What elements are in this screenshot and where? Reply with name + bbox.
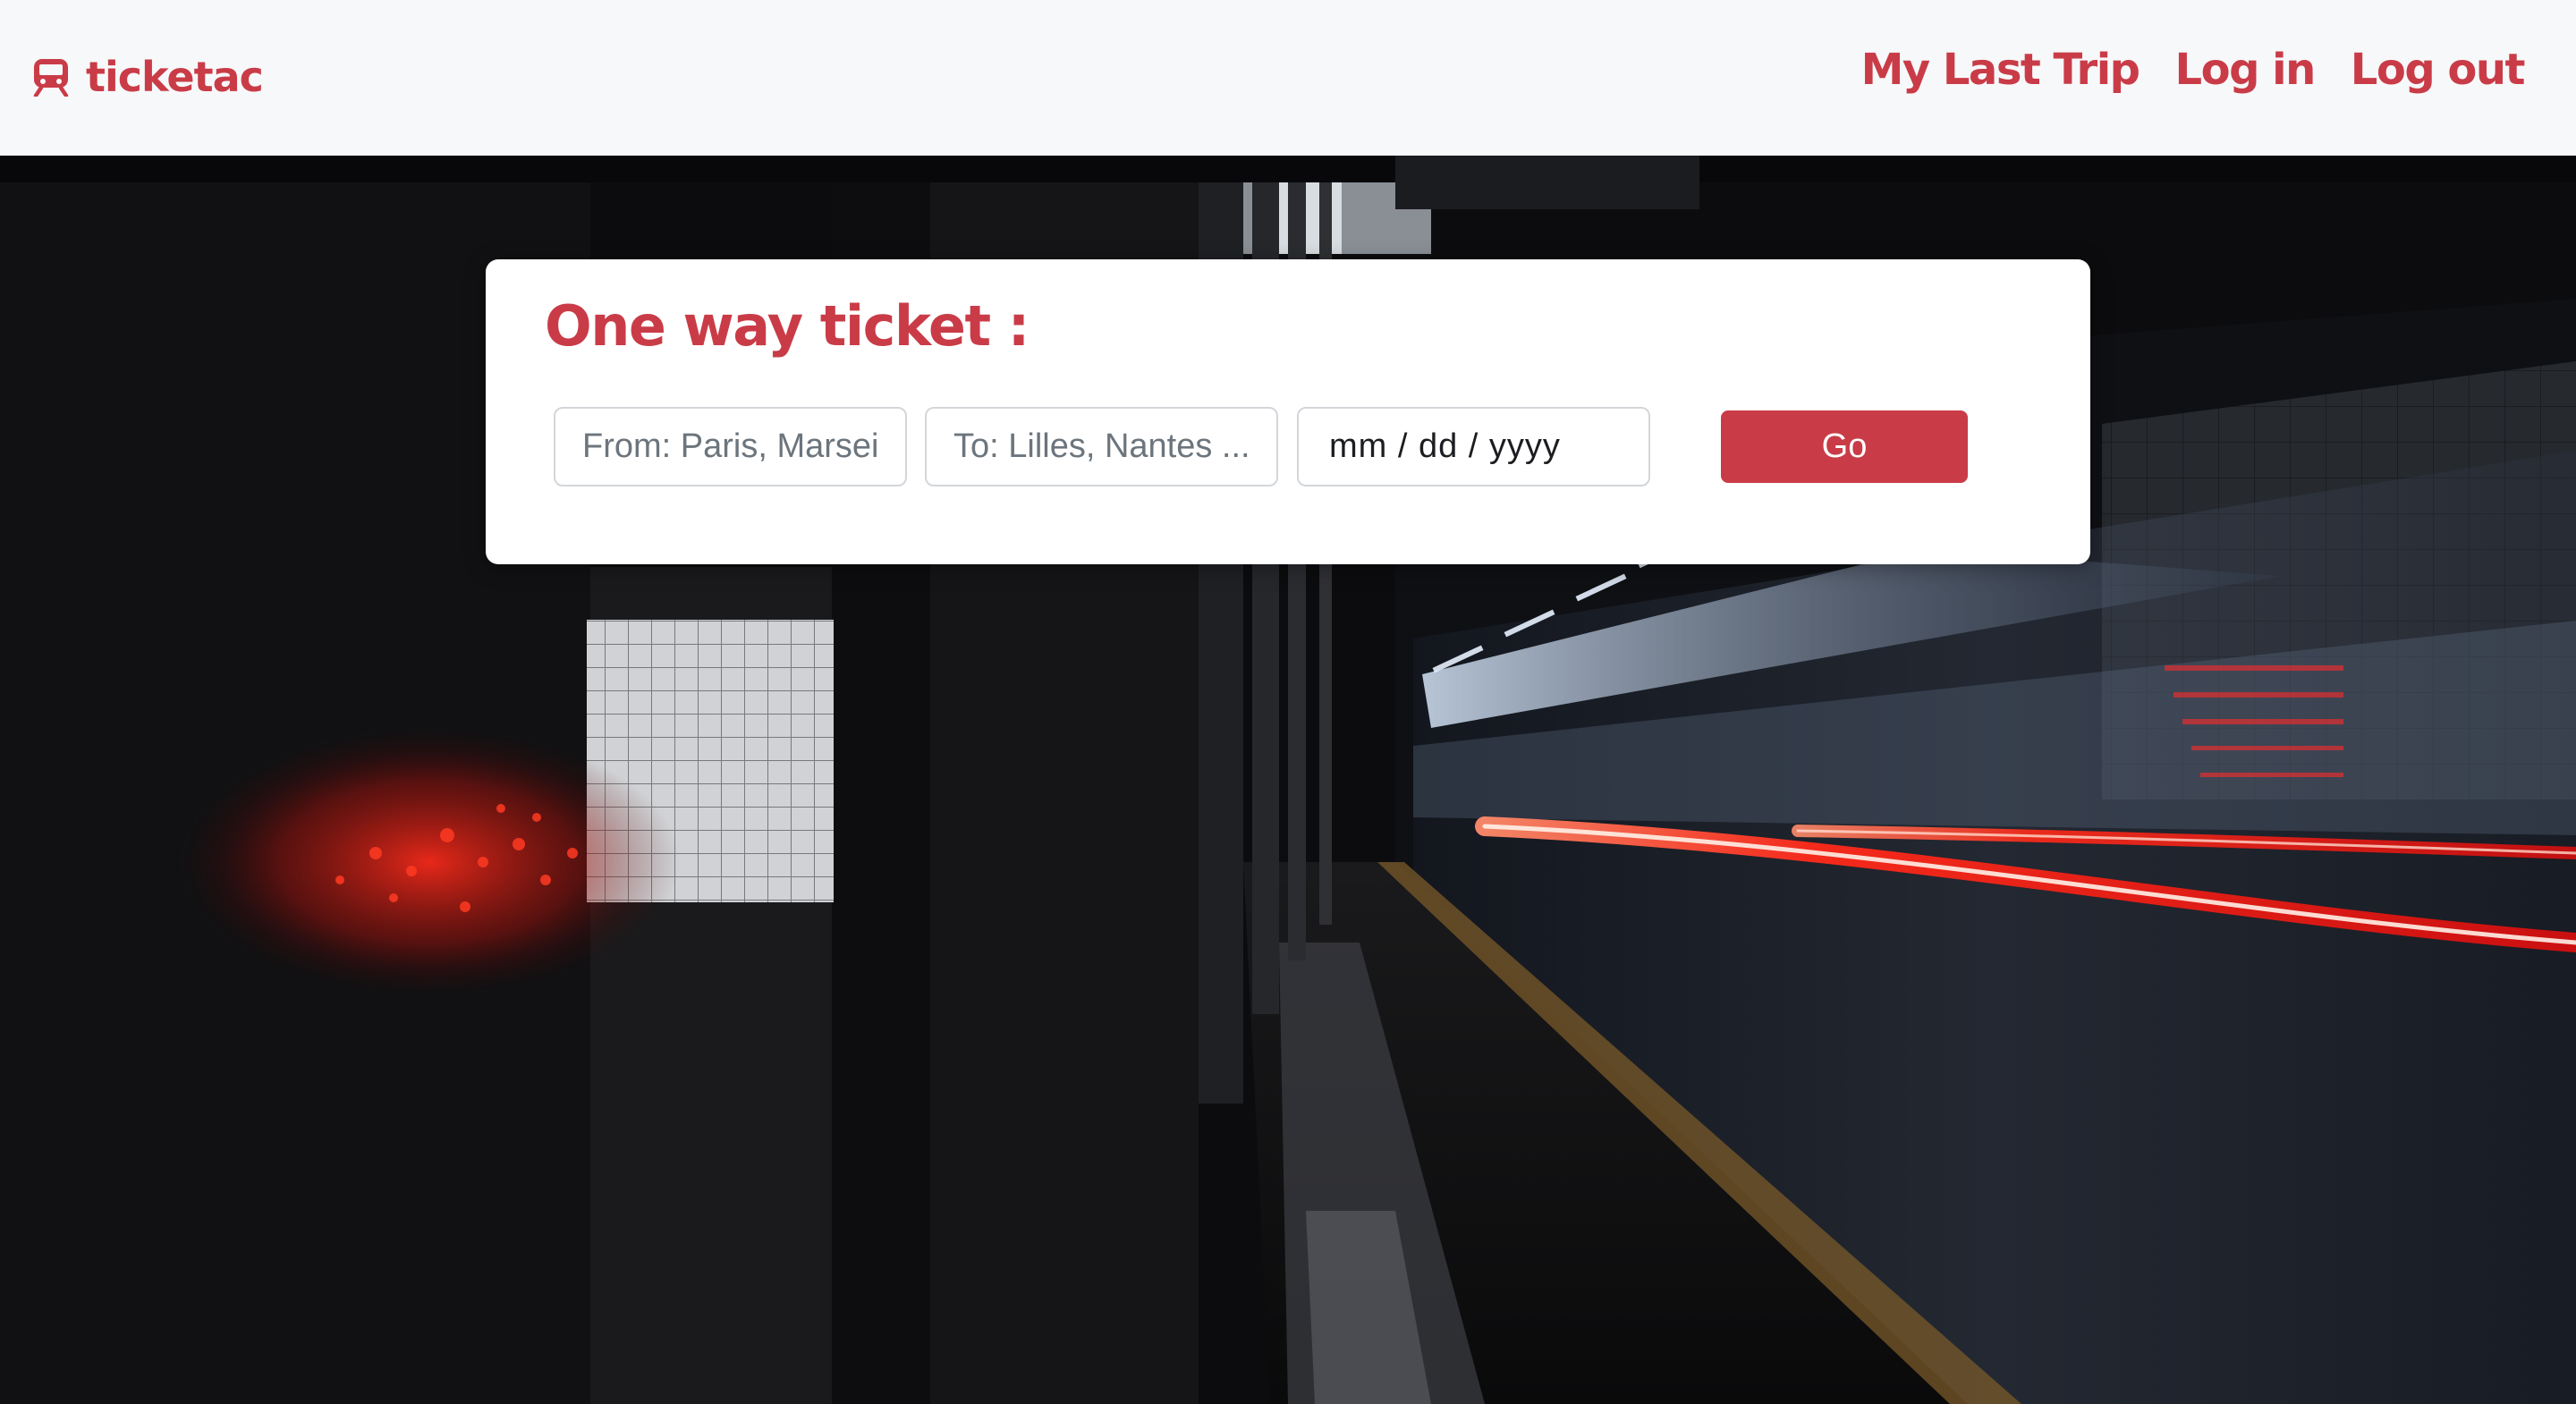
go-button[interactable]: Go bbox=[1721, 410, 1968, 483]
booking-title: One way ticket : bbox=[545, 293, 1030, 359]
train-icon bbox=[32, 57, 70, 97]
navbar: ticketac My Last Trip Log in Log out bbox=[0, 0, 2576, 156]
date-placeholder: mm / dd / yyyy bbox=[1329, 427, 1561, 465]
nav-link-log-in[interactable]: Log in bbox=[2175, 45, 2317, 95]
nav-link-log-out[interactable]: Log out bbox=[2351, 45, 2526, 95]
from-city-input[interactable] bbox=[554, 407, 907, 486]
brand-name: ticketac bbox=[86, 53, 264, 101]
brand-logo-link[interactable]: ticketac bbox=[32, 45, 264, 109]
to-city-input[interactable] bbox=[925, 407, 1278, 486]
date-input[interactable]: mm / dd / yyyy bbox=[1297, 407, 1650, 486]
booking-card: One way ticket : mm / dd / yyyy Go bbox=[486, 259, 2090, 564]
nav-link-my-last-trip[interactable]: My Last Trip bbox=[1861, 45, 2140, 95]
nav-links: My Last Trip Log in Log out bbox=[1861, 34, 2526, 106]
